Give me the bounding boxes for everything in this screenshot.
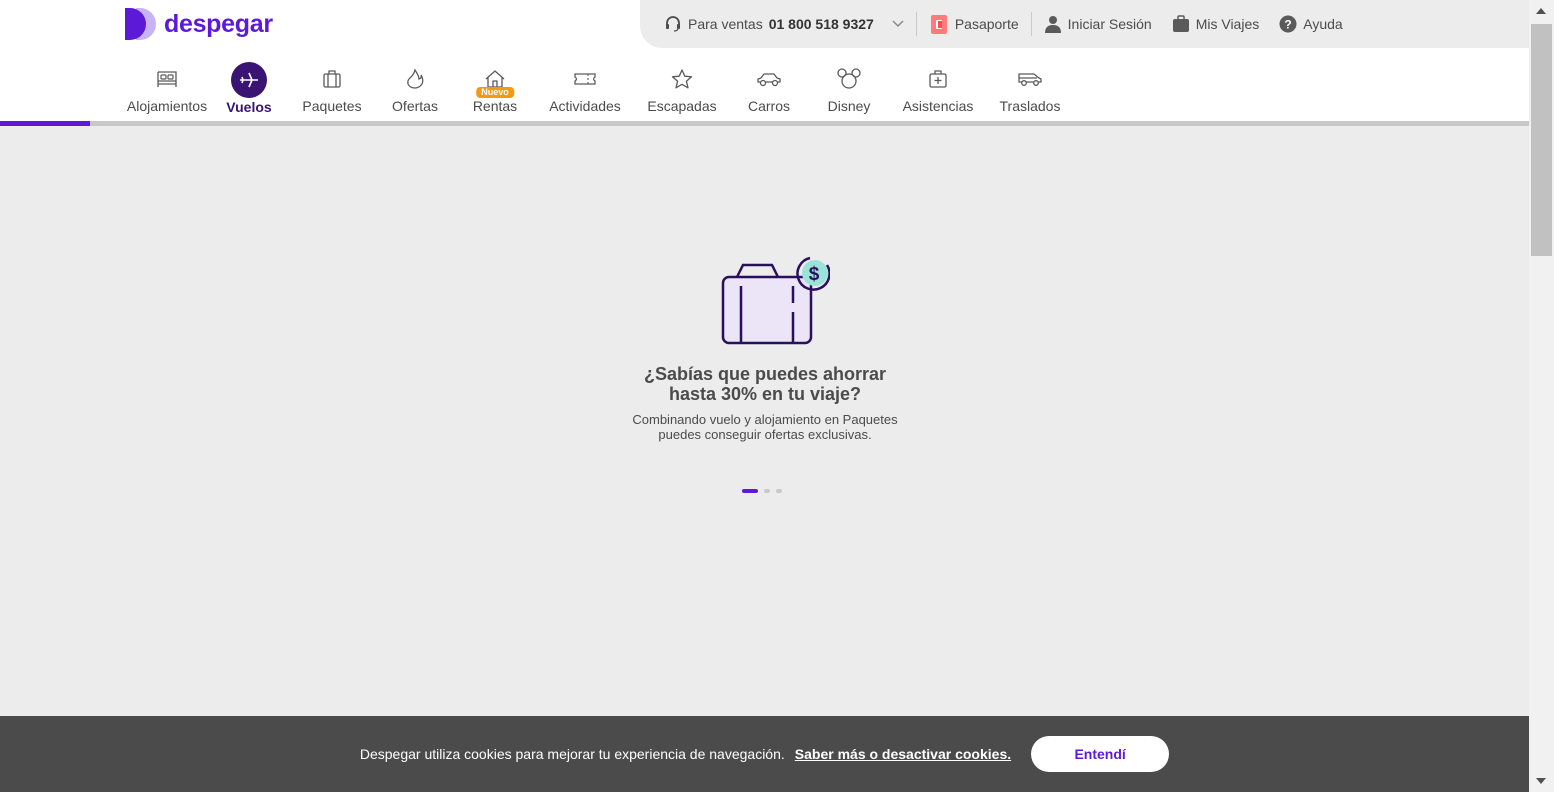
- nav-label: Disney: [827, 98, 871, 114]
- nav-label: Actividades: [549, 98, 621, 114]
- car-icon: [757, 73, 781, 87]
- suitcase-icon: [323, 70, 341, 88]
- nav-item-actividades[interactable]: Actividades: [546, 60, 624, 122]
- nav-label: Traslados: [999, 98, 1061, 114]
- cookie-banner: Despegar utiliza cookies para mejorar tu…: [0, 716, 1529, 792]
- luggage-icon: [1172, 15, 1189, 32]
- divider: [1030, 12, 1032, 36]
- svg-text:?: ?: [1285, 18, 1292, 32]
- plane-icon: [240, 72, 258, 88]
- flame-icon: [407, 68, 424, 89]
- chevron-down-icon: [892, 20, 904, 28]
- nav-item-alojamientos[interactable]: Alojamientos: [114, 60, 220, 122]
- top-utility-bar: Para ventas 01 800 518 9327 Pasaporte In…: [640, 0, 1529, 48]
- nav-label: Vuelos: [226, 99, 272, 115]
- nav-item-rentas[interactable]: Nuevo Rentas: [444, 60, 546, 122]
- despegar-logo[interactable]: despegar: [124, 7, 273, 41]
- page-scrollbar[interactable]: [1529, 0, 1554, 792]
- passport-link[interactable]: Pasaporte: [929, 13, 1019, 35]
- suitcase-savings-illustration: $: [721, 256, 830, 345]
- cookie-text: Despegar utiliza cookies para mejorar tu…: [359, 746, 785, 762]
- shuttle-icon: [1018, 73, 1042, 86]
- nav-item-asistencias[interactable]: Asistencias: [900, 60, 976, 122]
- nav-item-vuelos[interactable]: Vuelos: [220, 60, 278, 122]
- sales-label: Para ventas: [688, 16, 763, 32]
- loading-progress-bar: [0, 121, 1529, 126]
- accept-cookies-button[interactable]: Entendí: [1031, 736, 1170, 772]
- nav-label: Carros: [747, 98, 790, 114]
- nav-item-carros[interactable]: Carros: [740, 60, 798, 122]
- logo-text: despegar: [164, 9, 273, 38]
- help-link[interactable]: ? Ayuda: [1279, 15, 1343, 33]
- help-label: Ayuda: [1303, 16, 1343, 32]
- nav-item-disney[interactable]: Disney: [798, 60, 900, 122]
- nav-label: Alojamientos: [126, 98, 208, 114]
- site-header: despegar Para ventas 01 800 518 9327 Pas…: [0, 0, 1529, 126]
- carousel-dot[interactable]: [776, 489, 782, 493]
- medical-kit-icon: [929, 70, 947, 88]
- promo-title-line: hasta 30% en tu viaje?: [668, 384, 862, 404]
- login-label: Iniciar Sesión: [1067, 16, 1152, 32]
- nav-label: Paquetes: [302, 98, 362, 114]
- promo-title-line: ¿Sabías que puedes ahorrar: [643, 364, 887, 384]
- sales-phone-number: 01 800 518 9327: [768, 16, 874, 32]
- carousel-dot[interactable]: [764, 489, 770, 493]
- nav-item-ofertas[interactable]: Ofertas: [386, 60, 444, 122]
- login-link[interactable]: Iniciar Sesión: [1044, 15, 1152, 33]
- promo-text-line: puedes conseguir ofertas exclusivas.: [658, 427, 872, 442]
- scrollbar-thumb[interactable]: [1531, 24, 1552, 256]
- nav-label: Ofertas: [392, 98, 438, 114]
- new-badge: Nuevo: [476, 87, 514, 98]
- carousel-dots: [742, 489, 782, 493]
- my-trips-label: Mis Viajes: [1195, 16, 1260, 32]
- promo-text-line: Combinando vuelo y alojamiento en Paquet…: [632, 412, 898, 427]
- nav-item-paquetes[interactable]: Paquetes: [278, 60, 386, 122]
- nav-label: Rentas: [472, 98, 518, 114]
- headset-icon: [666, 16, 680, 32]
- user-icon: [1044, 16, 1061, 33]
- promo-description: Combinando vuelo y alojamiento en Paquet…: [590, 412, 940, 442]
- nav-item-escapadas[interactable]: Escapadas: [624, 60, 740, 122]
- star-icon: [671, 69, 693, 89]
- divider: [915, 12, 917, 36]
- nav-label: Escapadas: [647, 98, 717, 114]
- nav-label: Asistencias: [902, 98, 974, 114]
- passport-icon: [930, 15, 947, 34]
- cookie-settings-link[interactable]: Saber más o desactivar cookies.: [795, 746, 1011, 762]
- loading-progress-fill: [0, 121, 90, 126]
- mickey-icon: [837, 68, 861, 89]
- svg-text:$: $: [809, 264, 820, 285]
- promo-title: ¿Sabías que puedes ahorrar hasta 30% en …: [590, 364, 940, 404]
- carousel-dot-active[interactable]: [742, 489, 758, 493]
- passport-label: Pasaporte: [954, 16, 1019, 32]
- scroll-up-arrow-icon[interactable]: [1536, 8, 1546, 14]
- house-icon: [485, 70, 505, 88]
- my-trips-link[interactable]: Mis Viajes: [1172, 15, 1260, 33]
- bed-icon: [157, 71, 177, 87]
- sales-phone-dropdown[interactable]: Para ventas 01 800 518 9327: [664, 15, 904, 33]
- help-icon: ?: [1279, 15, 1297, 33]
- ticket-icon: [574, 73, 596, 85]
- product-nav: Alojamientos Vuelos Paquetes Ofertas Nue…: [114, 60, 1084, 122]
- logo-icon: [125, 8, 156, 40]
- nav-item-traslados[interactable]: Traslados: [976, 60, 1084, 122]
- scroll-down-arrow-icon[interactable]: [1536, 778, 1546, 784]
- promo-message: $ ¿Sabías que puedes ahorrar hasta 30% e…: [590, 250, 940, 442]
